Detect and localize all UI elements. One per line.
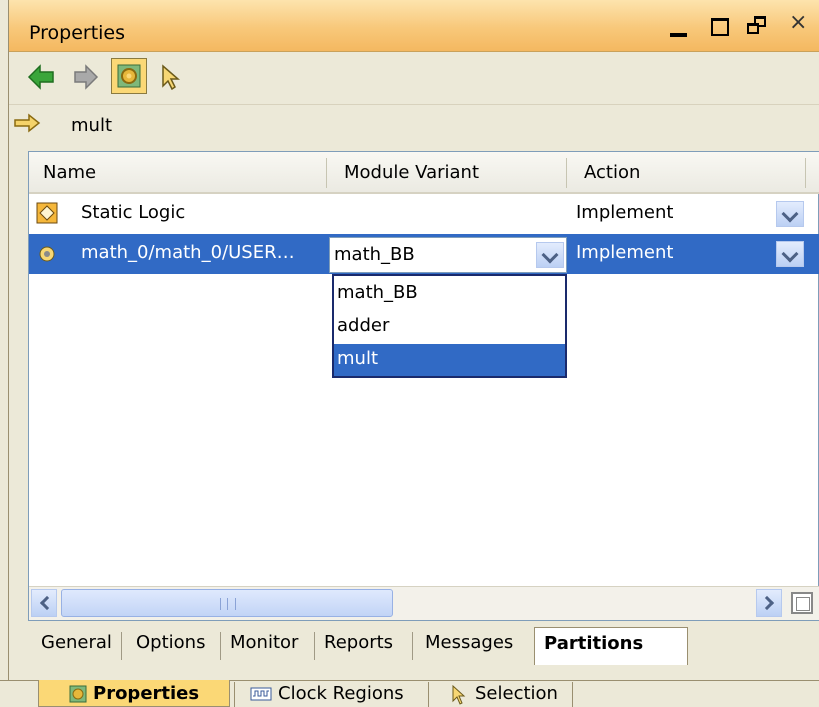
tab-monitor[interactable]: Monitor <box>230 632 298 653</box>
row-action[interactable]: Implement <box>576 202 673 223</box>
bottom-tab-clock-regions[interactable]: Clock Regions <box>278 683 404 704</box>
chevron-down-icon[interactable] <box>776 241 804 267</box>
cursor-icon[interactable] <box>157 64 183 90</box>
dropdown-option-adder[interactable]: adder <box>334 311 565 343</box>
breadcrumb-text: mult <box>71 115 113 136</box>
bottom-tab-properties[interactable]: Properties <box>38 680 230 707</box>
toolbar <box>9 52 819 102</box>
tab-partitions[interactable]: Partitions <box>534 627 688 665</box>
arrow-right-icon[interactable] <box>73 64 99 90</box>
column-chooser-icon[interactable] <box>791 592 813 614</box>
bottom-tab-properties-label: Properties <box>93 683 200 704</box>
table-row[interactable]: Static Logic Implement <box>29 194 819 234</box>
chevron-down-icon[interactable] <box>536 242 564 268</box>
scrollbar-thumb[interactable] <box>61 589 393 617</box>
bottom-tab-selection[interactable]: Selection <box>475 683 558 704</box>
properties-icon <box>69 685 87 703</box>
chevron-right-icon <box>759 595 775 611</box>
maximize-button[interactable] <box>711 18 729 36</box>
tab-options[interactable]: Options <box>136 632 205 653</box>
module-variant-value: math_BB <box>334 244 415 265</box>
float-window-button[interactable] <box>747 16 769 38</box>
cursor-icon <box>452 685 466 705</box>
row-action[interactable]: Implement <box>576 242 673 263</box>
dropdown-option-math-bb[interactable]: math_BB <box>334 278 565 310</box>
column-header-module-variant[interactable]: Module Variant <box>344 162 479 183</box>
row-name: Static Logic <box>81 202 186 223</box>
minimize-button[interactable] <box>667 14 689 37</box>
chevron-down-icon[interactable] <box>776 201 804 227</box>
property-tabs: General Options Monitor Reports Messages… <box>29 624 819 665</box>
settings-icon[interactable] <box>111 58 147 94</box>
dropdown-option-mult[interactable]: mult <box>334 344 565 376</box>
tab-general[interactable]: General <box>41 632 112 653</box>
static-logic-icon <box>36 202 58 224</box>
table-header: Name Module Variant Action <box>29 152 819 194</box>
window-title: Properties <box>29 22 126 44</box>
tab-partitions-label: Partitions <box>544 633 644 654</box>
column-header-action[interactable]: Action <box>584 162 640 183</box>
title-bar[interactable]: Properties × <box>9 0 819 52</box>
horizontal-scrollbar[interactable] <box>29 586 819 620</box>
module-variant-combobox[interactable]: math_BB <box>329 237 567 273</box>
scroll-left-button[interactable] <box>31 589 57 617</box>
arrow-left-icon[interactable] <box>27 64 55 90</box>
arrow-right-icon <box>14 113 41 133</box>
breadcrumb: mult <box>9 104 819 144</box>
tab-messages[interactable]: Messages <box>425 632 513 653</box>
row-name: math_0/math_0/USER… <box>81 242 295 263</box>
close-button[interactable]: × <box>789 10 807 35</box>
partition-module-icon <box>39 246 55 262</box>
chevron-left-icon <box>39 595 55 611</box>
scroll-right-button[interactable] <box>756 589 782 617</box>
clock-regions-icon <box>250 687 272 701</box>
column-header-name[interactable]: Name <box>43 162 96 183</box>
module-variant-dropdown: math_BB adder mult <box>332 274 567 378</box>
grip-icon <box>220 598 236 610</box>
tab-reports[interactable]: Reports <box>324 632 393 653</box>
